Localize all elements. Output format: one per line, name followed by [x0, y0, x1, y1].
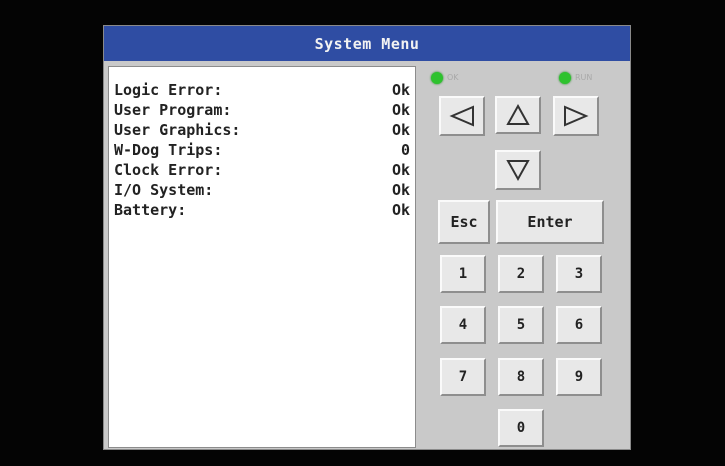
status-row-logic-error: Logic Error: Ok — [114, 81, 410, 101]
status-label: Logic Error: — [114, 81, 223, 99]
window-title: System Menu — [104, 26, 630, 61]
status-row-battery: Battery: Ok — [114, 201, 410, 221]
enter-button[interactable]: Enter — [496, 200, 604, 244]
status-value: Ok — [391, 101, 410, 119]
down-arrow-icon — [506, 160, 530, 182]
status-row-clock-error: Clock Error: Ok — [114, 161, 410, 181]
status-value: Ok — [391, 121, 410, 139]
status-label: I/O System: — [114, 181, 214, 199]
key-1-button[interactable]: 1 — [440, 255, 486, 293]
key-8-button[interactable]: 8 — [498, 358, 544, 396]
ok-led-label: OK — [447, 73, 459, 82]
status-row-user-graphics: User Graphics: Ok — [114, 121, 410, 141]
key-5-button[interactable]: 5 — [498, 306, 544, 344]
key-7-button[interactable]: 7 — [440, 358, 486, 396]
status-row-wdog-trips: W-Dog Trips: 0 — [114, 141, 410, 161]
status-label: Clock Error: — [114, 161, 223, 179]
status-value: Ok — [391, 161, 410, 179]
esc-button[interactable]: Esc — [438, 200, 490, 244]
ok-led-icon — [431, 72, 443, 84]
left-arrow-button[interactable] — [439, 96, 485, 136]
up-arrow-button[interactable] — [495, 96, 541, 134]
status-row-io-system: I/O System: Ok — [114, 181, 410, 201]
status-value: Ok — [391, 201, 410, 219]
status-value: Ok — [391, 81, 410, 99]
status-panel: Logic Error: Ok User Program: Ok User Gr… — [108, 66, 416, 448]
key-9-button[interactable]: 9 — [556, 358, 602, 396]
right-arrow-button[interactable] — [553, 96, 599, 136]
status-label: User Graphics: — [114, 121, 241, 139]
down-arrow-button[interactable] — [495, 150, 541, 190]
status-label: Battery: — [114, 201, 187, 219]
status-row-user-program: User Program: Ok — [114, 101, 410, 121]
key-2-button[interactable]: 2 — [498, 255, 544, 293]
run-led-label: RUN — [575, 73, 593, 82]
left-arrow-icon — [449, 105, 474, 127]
key-6-button[interactable]: 6 — [556, 306, 602, 344]
right-arrow-icon — [564, 105, 589, 127]
status-label: W-Dog Trips: — [114, 141, 223, 159]
status-label: User Program: — [114, 101, 232, 119]
key-4-button[interactable]: 4 — [440, 306, 486, 344]
key-0-button[interactable]: 0 — [498, 409, 544, 447]
device-bezel: System Menu Logic Error: Ok User Program… — [0, 0, 725, 466]
run-led-icon — [559, 72, 571, 84]
up-arrow-icon — [506, 103, 530, 125]
status-value: Ok — [391, 181, 410, 199]
keypad: OK RUN Esc Enter 1 2 3 4 5 6 7 8 9 0 — [416, 62, 630, 450]
hmi-screen: System Menu Logic Error: Ok User Program… — [103, 25, 631, 450]
key-3-button[interactable]: 3 — [556, 255, 602, 293]
status-value: 0 — [400, 141, 410, 159]
